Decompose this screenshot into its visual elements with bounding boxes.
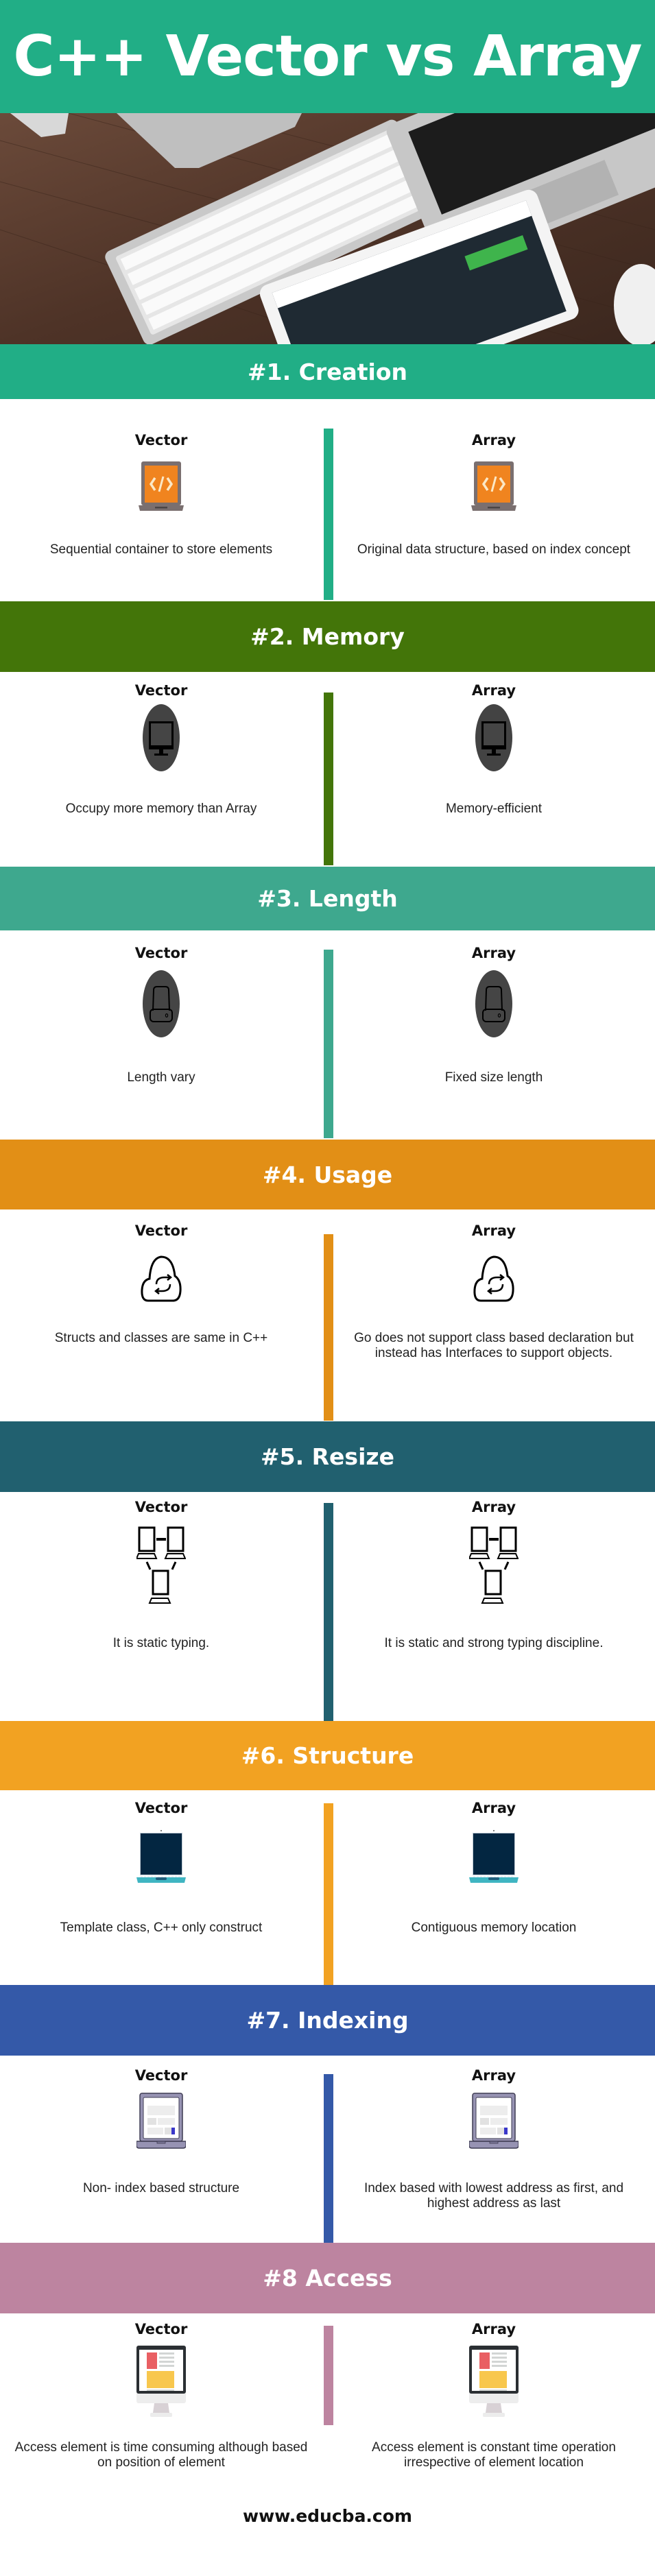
section-header: #4. Usage xyxy=(0,1140,655,1209)
array-description: Access element is constant time operatio… xyxy=(372,2440,616,2470)
title-band: C++ Vector vs Array xyxy=(0,0,655,113)
section-header: #6. Structure xyxy=(0,1721,655,1790)
array-column: Array Fixed size length xyxy=(333,945,655,1085)
vector-description: Access element is time consuming althoug… xyxy=(14,2440,308,2470)
page-title: C++ Vector vs Array xyxy=(13,24,642,89)
desk-photo-illustration xyxy=(0,113,655,344)
column-divider xyxy=(324,2074,333,2243)
section-heading: #8 Access xyxy=(263,2265,392,2291)
vector-label: Vector xyxy=(134,1800,188,1816)
array-description: Memory-efficient xyxy=(445,802,543,816)
laptop-icon xyxy=(0,1829,322,1888)
column-divider xyxy=(324,693,333,865)
vector-column: Vector Access element is time consuming a… xyxy=(0,2321,322,2470)
array-column: Array Go does not support class based dec… xyxy=(333,1223,655,1361)
network-computers-icon xyxy=(333,1526,655,1611)
vector-description: Template class, C++ only construct xyxy=(60,1921,263,1935)
array-label: Array xyxy=(471,2067,516,2084)
section-heading: #2. Memory xyxy=(250,623,405,650)
array-column: Array It is static and strong typing disc… xyxy=(333,1499,655,1651)
array-description: Go does not support class based declarat… xyxy=(354,1331,634,1360)
array-description: Original data structure, based on index … xyxy=(357,542,631,557)
column-divider xyxy=(324,1503,333,1722)
section-header: #1. Creation xyxy=(0,344,655,399)
column-divider xyxy=(324,2326,333,2425)
vector-label: Vector xyxy=(134,1223,188,1239)
vector-description: Length vary xyxy=(127,1070,195,1085)
cloud-sync-icon xyxy=(0,1249,322,1307)
vector-description: Structs and classes are same in C++ xyxy=(54,1331,268,1345)
column-divider xyxy=(324,1234,333,1421)
section-header: #5. Resize xyxy=(0,1421,655,1492)
array-label: Array xyxy=(471,682,516,699)
array-column: Array Contiguous memory location xyxy=(333,1800,655,1936)
code-laptop-icon xyxy=(333,460,655,516)
vector-label: Vector xyxy=(134,1499,188,1515)
section-header: #2. Memory xyxy=(0,601,655,672)
network-computers-icon xyxy=(0,1526,322,1611)
vector-description: Non- index based structure xyxy=(82,2181,240,2195)
array-label: Array xyxy=(471,2321,516,2337)
monitor-icon xyxy=(0,703,322,775)
vector-label: Vector xyxy=(134,432,188,448)
vector-column: Vector It is static typing. xyxy=(0,1499,322,1651)
vector-column: Vector Structs and classes are same in C+… xyxy=(0,1223,322,1346)
vector-label: Vector xyxy=(134,2067,188,2084)
monitor-icon xyxy=(333,703,655,775)
section-heading: #6. Structure xyxy=(241,1742,414,1769)
desktop-computer-icon xyxy=(0,2346,322,2422)
array-column: Array Original data structure, based on i… xyxy=(333,432,655,557)
array-column: Array Index based with lowest address as … xyxy=(333,2067,655,2211)
section-heading: #1. Creation xyxy=(247,358,408,385)
array-label: Array xyxy=(471,1499,516,1515)
array-label: Array xyxy=(471,945,516,961)
column-divider xyxy=(324,950,333,1138)
vector-label: Vector xyxy=(134,945,188,961)
vector-label: Vector xyxy=(134,2321,188,2337)
array-description: Fixed size length xyxy=(444,1070,543,1085)
section-heading: #7. Indexing xyxy=(246,2007,409,2034)
column-divider xyxy=(324,1803,333,1985)
vector-column: Vector Template class, C++ only construct xyxy=(0,1800,322,1936)
array-description: It is static and strong typing disciplin… xyxy=(384,1636,604,1650)
array-description: Contiguous memory location xyxy=(411,1921,577,1935)
laptop-webpage-icon xyxy=(0,2092,322,2153)
desktop-computer-icon xyxy=(333,2346,655,2422)
array-label: Array xyxy=(471,432,516,448)
footer-url[interactable]: www.educba.com xyxy=(0,2506,655,2526)
column-divider xyxy=(324,429,333,600)
laptop-webpage-icon xyxy=(333,2092,655,2153)
laptop-icon xyxy=(333,1829,655,1888)
vector-description: Occupy more memory than Array xyxy=(65,802,257,816)
array-column: Array Memory-efficient xyxy=(333,682,655,817)
vector-column: Vector Non- index based structure xyxy=(0,2067,322,2196)
hard-drive-icon xyxy=(0,970,322,1042)
section-header: #7. Indexing xyxy=(0,1985,655,2056)
hero-photo xyxy=(0,113,655,344)
array-label: Array xyxy=(471,1223,516,1239)
vector-column: Vector Sequential container to store elem… xyxy=(0,432,322,557)
section-header: #8 Access xyxy=(0,2243,655,2313)
vector-description: It is static typing. xyxy=(112,1636,210,1650)
section-header: #3. Length xyxy=(0,867,655,930)
cloud-sync-icon xyxy=(333,1249,655,1307)
hard-drive-icon xyxy=(333,970,655,1042)
array-label: Array xyxy=(471,1800,516,1816)
section-heading: #5. Resize xyxy=(261,1443,394,1470)
array-column: Array Access element is constant time ope… xyxy=(333,2321,655,2470)
vector-column: Vector Length vary xyxy=(0,945,322,1085)
vector-label: Vector xyxy=(134,682,188,699)
array-description: Index based with lowest address as first… xyxy=(364,2181,624,2211)
vector-description: Sequential container to store elements xyxy=(49,542,273,557)
section-heading: #3. Length xyxy=(257,885,398,912)
code-laptop-icon xyxy=(0,460,322,516)
vector-column: Vector Occupy more memory than Array xyxy=(0,682,322,817)
section-heading: #4. Usage xyxy=(262,1161,393,1188)
